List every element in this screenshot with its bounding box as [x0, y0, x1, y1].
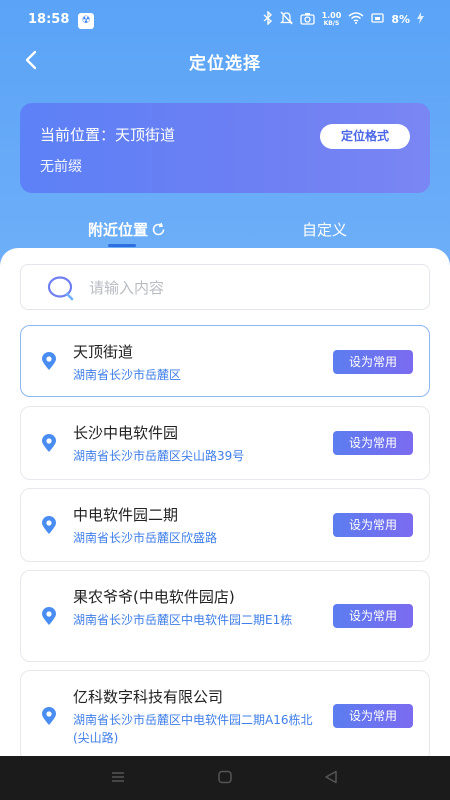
location-pin-icon [41, 352, 57, 375]
tab-custom[interactable]: 自定义 [302, 219, 347, 240]
set-common-button[interactable]: 设为常用 [333, 704, 413, 728]
bluetooth-icon [263, 10, 273, 28]
location-pin-icon [41, 516, 57, 539]
location-address: 湖南省长沙市岳麓区中电软件园二期E1栋 [73, 613, 293, 627]
notification-icon: ☢ [78, 13, 94, 29]
content-panel: 天顶街道 湖南省长沙市岳麓区 设为常用 长沙中电软件园 湖南省长沙市岳麓区尖山路… [0, 248, 450, 756]
location-item[interactable]: 中电软件园二期 湖南省长沙市岳麓区欣盛路 设为常用 [20, 488, 430, 562]
location-pin-icon [41, 607, 57, 630]
location-name: 果农爷爷(中电软件园店) [73, 588, 235, 606]
set-common-button[interactable]: 设为常用 [333, 431, 413, 455]
search-input[interactable] [89, 275, 409, 301]
location-name: 长沙中电软件园 [73, 424, 179, 442]
charging-icon [417, 12, 424, 27]
menu-icon[interactable] [110, 769, 126, 789]
back-nav-icon[interactable] [323, 769, 339, 789]
set-common-button[interactable]: 设为常用 [333, 350, 413, 374]
home-icon[interactable] [217, 769, 233, 789]
tab-nearby[interactable]: 附近位置 [88, 219, 166, 241]
location-item[interactable]: 天顶街道 湖南省长沙市岳麓区 设为常用 [20, 325, 430, 397]
location-address: 湖南省长沙市岳麓区中电软件园二期A16栋北(尖山路) [73, 713, 313, 745]
current-location-card: 当前位置：天顶街道 无前缀 定位格式 [20, 103, 430, 193]
location-item[interactable]: 果农爷爷(中电软件园店) 湖南省长沙市岳麓区中电软件园二期E1栋 设为常用 [20, 570, 430, 662]
speed-value: 1.00 [321, 10, 342, 20]
speed-unit: KB/S [323, 19, 340, 27]
location-address: 湖南省长沙市岳麓区尖山路39号 [73, 449, 245, 463]
location-name: 中电软件园二期 [73, 506, 179, 524]
location-pin-icon [41, 707, 57, 730]
screen-cast-icon [371, 12, 384, 27]
location-name: 亿科数字科技有限公司 [73, 688, 224, 706]
status-icons: 1.00 KB/S 8% [263, 10, 424, 28]
camera-icon [299, 12, 315, 28]
search-icon [47, 275, 75, 305]
status-bar: 18:58 ☢ 1.00 KB/S 8% [0, 0, 450, 42]
network-speed: 1.00 KB/S [321, 10, 342, 28]
wifi-icon [348, 12, 364, 27]
refresh-icon[interactable] [151, 222, 166, 241]
location-address: 湖南省长沙市岳麓区 [73, 368, 182, 382]
set-common-button[interactable]: 设为常用 [333, 604, 413, 628]
tab-active-indicator [108, 244, 136, 247]
location-pin-icon [41, 434, 57, 457]
search-box[interactable] [20, 264, 430, 310]
location-item[interactable]: 亿科数字科技有限公司 湖南省长沙市岳麓区中电软件园二期A16栋北(尖山路) 设为… [20, 670, 430, 756]
location-name: 天顶街道 [73, 343, 134, 361]
mute-bell-icon [279, 11, 293, 28]
set-common-button[interactable]: 设为常用 [333, 513, 413, 537]
system-navigation-bar [0, 756, 450, 800]
status-time: 18:58 [28, 12, 70, 27]
location-item[interactable]: 长沙中电软件园 湖南省长沙市岳麓区尖山路39号 设为常用 [20, 406, 430, 480]
location-format-button[interactable]: 定位格式 [320, 124, 410, 149]
tab-nearby-label: 附近位置 [88, 221, 149, 239]
current-location-label: 当前位置：天顶街道 [40, 126, 176, 144]
location-prefix: 无前缀 [40, 159, 82, 175]
page-title: 定位选择 [189, 54, 261, 74]
battery-level: 8% [391, 13, 410, 26]
location-address: 湖南省长沙市岳麓区欣盛路 [73, 531, 218, 545]
